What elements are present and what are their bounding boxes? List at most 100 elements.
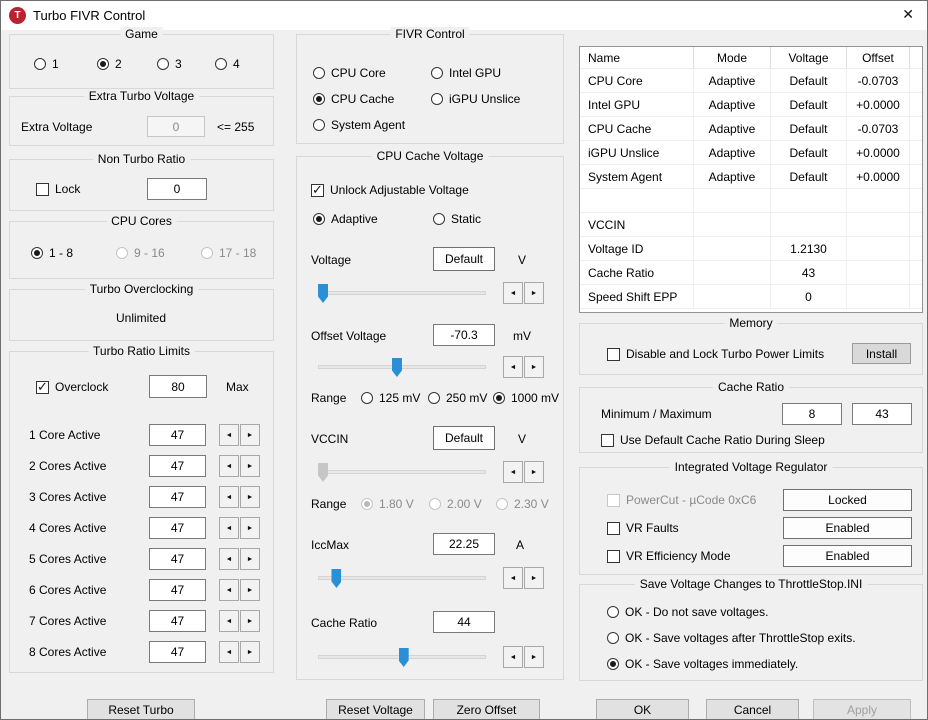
close-icon[interactable]: ✕ [902, 6, 914, 23]
voltage-default-button[interactable]: Default [433, 247, 495, 271]
iccmax-input[interactable]: 22.25 [433, 533, 495, 555]
powercut-state-button[interactable]: Locked [783, 489, 912, 511]
table-row[interactable]: CPU Cache Adaptive Default -0.0703 [580, 117, 922, 141]
extra-voltage-input[interactable]: 0 [147, 116, 205, 137]
voltage-slider[interactable] [318, 284, 486, 303]
cache-ratio-input[interactable]: 44 [433, 611, 495, 633]
table-row[interactable]: Cache Ratio 43 [580, 261, 922, 285]
fivr-radio-cpu-core[interactable]: CPU Core [313, 64, 386, 82]
disable-lock-turbo-power-limits-checkbox[interactable]: Disable and Lock Turbo Power Limits [607, 345, 824, 363]
range-radio-1000mv[interactable]: 1000 mV [493, 389, 559, 407]
slider-thumb[interactable] [391, 358, 402, 377]
core-row-input[interactable]: 47 [149, 610, 206, 632]
save-radio-do-not-save[interactable]: OK - Do not save voltages. [607, 603, 768, 621]
table-row[interactable]: System Agent Adaptive Default +0.0000 [580, 165, 922, 189]
cache-ratio-max-input[interactable]: 43 [852, 403, 912, 425]
lock-checkbox[interactable]: Lock [36, 180, 80, 198]
cpu-cores-radio-1-8[interactable]: 1 - 8 [31, 244, 73, 262]
table-row[interactable] [580, 189, 922, 213]
fivr-radio-igpu-unslice[interactable]: iGPU Unslice [431, 90, 520, 108]
vr-efficiency-state-button[interactable]: Enabled [783, 545, 912, 567]
spin-right-button[interactable]: ► [240, 424, 260, 446]
spin-left-button[interactable]: ◄ [219, 641, 239, 663]
vr-faults-checkbox[interactable]: VR Faults [607, 519, 679, 537]
slider-thumb[interactable] [331, 569, 342, 588]
cache-ratio-min-input[interactable]: 8 [782, 403, 842, 425]
spin-right-button[interactable]: ► [240, 579, 260, 601]
spin-left-button[interactable]: ◄ [219, 424, 239, 446]
spin-left-button[interactable]: ◄ [503, 646, 523, 668]
slider-thumb[interactable] [398, 648, 409, 667]
static-radio[interactable]: Static [433, 210, 481, 228]
non-turbo-ratio-input[interactable]: 0 [147, 178, 207, 200]
core-row-input[interactable]: 47 [149, 579, 206, 601]
install-button[interactable]: Install [852, 343, 911, 364]
fivr-radio-cpu-cache[interactable]: CPU Cache [313, 90, 394, 108]
offset-voltage-input[interactable]: -70.3 [433, 324, 495, 346]
spin-left-button[interactable]: ◄ [219, 579, 239, 601]
spin-right-button[interactable]: ► [524, 646, 544, 668]
spin-left-button[interactable]: ◄ [219, 610, 239, 632]
save-radio-immediately[interactable]: OK - Save voltages immediately. [607, 655, 798, 673]
spin-left-button[interactable]: ◄ [219, 486, 239, 508]
column-header[interactable]: Name [580, 47, 694, 68]
spin-left-button[interactable]: ◄ [219, 517, 239, 539]
unlock-adjustable-voltage-checkbox[interactable]: Unlock Adjustable Voltage [311, 181, 469, 199]
game-radio-3[interactable]: 3 [157, 55, 182, 73]
spin-right-button[interactable]: ► [240, 641, 260, 663]
spin-right-button[interactable]: ► [240, 610, 260, 632]
spin-right-button[interactable]: ► [240, 517, 260, 539]
table-row[interactable]: VCCIN [580, 213, 922, 237]
table-row[interactable]: Intel GPU Adaptive Default +0.0000 [580, 93, 922, 117]
table-row[interactable]: Voltage ID 1.2130 [580, 237, 922, 261]
table-row[interactable]: iGPU Unslice Adaptive Default +0.0000 [580, 141, 922, 165]
zero-offset-button[interactable]: Zero Offset [433, 699, 540, 719]
range-radio-125mv[interactable]: 125 mV [361, 389, 420, 407]
spin-left-button[interactable]: ◄ [503, 282, 523, 304]
range-radio-250mv[interactable]: 250 mV [428, 389, 487, 407]
iccmax-slider[interactable] [318, 569, 486, 588]
column-header[interactable]: Voltage [771, 47, 847, 68]
offset-voltage-slider[interactable] [318, 358, 486, 377]
table-row[interactable]: Speed Shift EPP 0 [580, 285, 922, 309]
spin-left-button[interactable]: ◄ [503, 461, 523, 483]
cache-ratio-slider[interactable] [318, 648, 486, 667]
fivr-radio-system-agent[interactable]: System Agent [313, 116, 405, 134]
vr-efficiency-mode-checkbox[interactable]: VR Efficiency Mode [607, 547, 731, 565]
core-row-input[interactable]: 47 [149, 455, 206, 477]
spin-right-button[interactable]: ► [240, 455, 260, 477]
spin-right-button[interactable]: ► [524, 567, 544, 589]
core-row-input[interactable]: 47 [149, 424, 206, 446]
spin-right-button[interactable]: ► [240, 486, 260, 508]
spin-right-button[interactable]: ► [524, 461, 544, 483]
spin-left-button[interactable]: ◄ [503, 567, 523, 589]
game-radio-4[interactable]: 4 [215, 55, 240, 73]
slider-thumb[interactable] [318, 284, 329, 303]
game-radio-2[interactable]: 2 [97, 55, 122, 73]
default-cache-ratio-sleep-checkbox[interactable]: Use Default Cache Ratio During Sleep [601, 431, 825, 449]
ok-button[interactable]: OK [596, 699, 689, 719]
overclock-checkbox[interactable]: Overclock [36, 378, 108, 396]
adaptive-radio[interactable]: Adaptive [313, 210, 378, 228]
reset-voltage-button[interactable]: Reset Voltage [326, 699, 425, 719]
game-radio-1[interactable]: 1 [34, 55, 59, 73]
spin-left-button[interactable]: ◄ [219, 455, 239, 477]
column-header[interactable]: Offset [847, 47, 910, 68]
cancel-button[interactable]: Cancel [706, 699, 799, 719]
spin-right-button[interactable]: ► [240, 548, 260, 570]
core-row-input[interactable]: 47 [149, 641, 206, 663]
core-row-input[interactable]: 47 [149, 517, 206, 539]
vr-faults-state-button[interactable]: Enabled [783, 517, 912, 539]
spin-left-button[interactable]: ◄ [503, 356, 523, 378]
core-row-input[interactable]: 47 [149, 548, 206, 570]
save-radio-after-exit[interactable]: OK - Save voltages after ThrottleStop ex… [607, 629, 856, 647]
table-row[interactable]: CPU Core Adaptive Default -0.0703 [580, 69, 922, 93]
spin-left-button[interactable]: ◄ [219, 548, 239, 570]
vccin-default-button[interactable]: Default [433, 426, 495, 450]
overclock-max-input[interactable]: 80 [149, 375, 207, 398]
fivr-radio-intel-gpu[interactable]: Intel GPU [431, 64, 501, 82]
column-header[interactable]: Mode [694, 47, 771, 68]
spin-right-button[interactable]: ► [524, 282, 544, 304]
reset-turbo-button[interactable]: Reset Turbo [87, 699, 195, 719]
core-row-input[interactable]: 47 [149, 486, 206, 508]
